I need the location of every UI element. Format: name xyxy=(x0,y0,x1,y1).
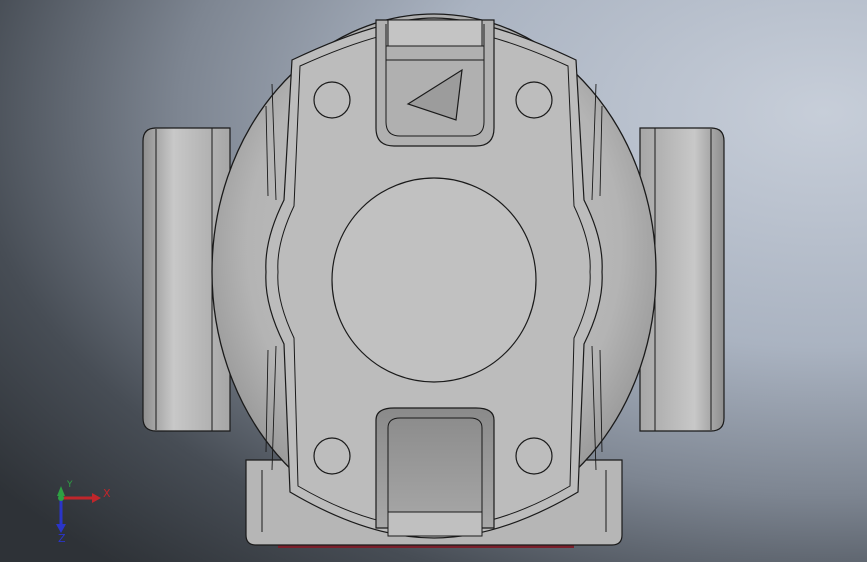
y-axis-arrow xyxy=(57,486,65,496)
bolt-hole-top-right[interactable] xyxy=(515,81,553,119)
reference-triad[interactable]: X Y Z xyxy=(48,480,118,546)
triad-origin xyxy=(58,495,64,501)
model-view[interactable] xyxy=(0,0,867,562)
graphics-viewport[interactable]: X Y Z xyxy=(0,0,867,562)
center-boss[interactable] xyxy=(331,177,537,383)
top-slot-cap xyxy=(387,19,483,47)
bolt-hole-bottom-left[interactable] xyxy=(313,437,351,475)
bottom-slot[interactable] xyxy=(375,407,495,529)
x-axis-arrow xyxy=(92,493,101,503)
x-axis-label: X xyxy=(103,487,111,500)
bottom-slot-cap xyxy=(387,511,483,537)
z-axis-label: Z xyxy=(58,532,66,545)
bolt-hole-top-left[interactable] xyxy=(313,81,351,119)
bolt-hole-bottom-right[interactable] xyxy=(515,437,553,475)
y-axis-label: Y xyxy=(67,480,73,490)
